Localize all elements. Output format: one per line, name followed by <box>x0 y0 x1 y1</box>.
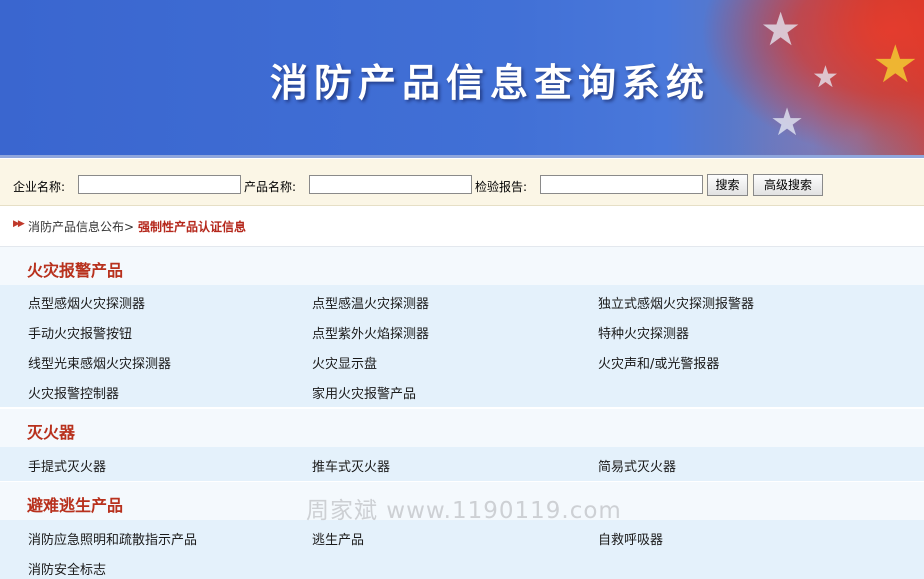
list-item[interactable]: 手提式灭火器 <box>28 456 106 475</box>
list-item[interactable]: 独立式感烟火灾探测报警器 <box>598 293 754 312</box>
list-item[interactable]: 家用火灾报警产品 <box>312 383 416 402</box>
search-bar: 企业名称: 产品名称: 检验报告: 搜索 高级搜索 <box>0 159 924 206</box>
breadcrumb: ▶▶ 消防产品信息公布> 强制性产品认证信息 <box>0 206 924 247</box>
list-item[interactable]: 自救呼吸器 <box>598 529 663 548</box>
star-icon: ★ <box>760 2 802 56</box>
list-item[interactable]: 消防应急照明和疏散指示产品 <box>28 529 197 548</box>
category-title: 火灾报警产品 <box>27 261 124 280</box>
list-item[interactable]: 特种火灾探测器 <box>598 323 689 342</box>
test-report-label: 检验报告: <box>475 180 528 194</box>
double-arrow-icon: ▶▶ <box>13 219 25 229</box>
list-item[interactable]: 点型感烟火灾探测器 <box>28 293 145 312</box>
list-item[interactable]: 手动火灾报警按钮 <box>28 323 132 342</box>
list-item[interactable]: 逃生产品 <box>312 529 364 548</box>
search-button[interactable]: 搜索 <box>707 174 748 196</box>
category-title: 灭火器 <box>27 423 76 442</box>
breadcrumb-parent-link[interactable]: 消防产品信息公布> <box>28 218 134 235</box>
category-list: 点型感烟火灾探测器 点型感温火灾探测器 独立式感烟火灾探测报警器 手动火灾报警按… <box>0 285 924 407</box>
list-item[interactable]: 简易式灭火器 <box>598 456 676 475</box>
list-item[interactable]: 火灾声和/或光警报器 <box>598 353 719 372</box>
company-name-label: 企业名称: <box>13 180 66 194</box>
company-name-input[interactable] <box>78 175 241 194</box>
test-report-input[interactable] <box>540 175 703 194</box>
list-item[interactable]: 推车式灭火器 <box>312 456 390 475</box>
watermark: 周家斌 www.1190119.com <box>306 498 622 524</box>
list-item[interactable]: 火灾显示盘 <box>312 353 377 372</box>
product-name-label: 产品名称: <box>244 180 297 194</box>
category-header: 灭火器 <box>0 409 924 447</box>
list-item[interactable]: 线型光束感烟火灾探测器 <box>28 353 171 372</box>
breadcrumb-current: 强制性产品认证信息 <box>138 220 247 234</box>
divider <box>0 155 924 158</box>
list-item[interactable]: 火灾报警控制器 <box>28 383 119 402</box>
header-banner: ★ ★ ★ ★ 消防产品信息查询系统 <box>0 0 924 158</box>
category-list: 手提式灭火器 推车式灭火器 简易式灭火器 <box>0 447 924 481</box>
list-item[interactable]: 点型紫外火焰探测器 <box>312 323 429 342</box>
product-name-input[interactable] <box>309 175 472 194</box>
advanced-search-button[interactable]: 高级搜索 <box>753 174 823 196</box>
page-title: 消防产品信息查询系统 <box>269 61 710 105</box>
category-title: 避难逃生产品 <box>27 496 124 515</box>
category-list: 消防应急照明和疏散指示产品 逃生产品 自救呼吸器 消防安全标志 <box>0 520 924 579</box>
list-item[interactable]: 消防安全标志 <box>28 559 106 578</box>
category-header: 火灾报警产品 <box>0 247 924 285</box>
list-item[interactable]: 点型感温火灾探测器 <box>312 293 429 312</box>
